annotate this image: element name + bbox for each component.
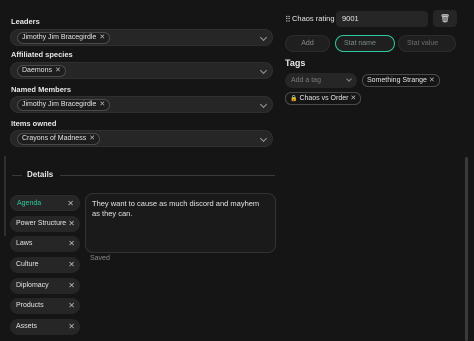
chevron-down-icon[interactable] [259, 66, 268, 75]
remove-icon[interactable]: ✕ [429, 77, 435, 84]
details-divider-right [60, 175, 275, 176]
close-icon[interactable]: ✕ [68, 257, 75, 273]
section-tab-products[interactable]: Products ✕ [10, 298, 80, 314]
members-select[interactable]: Jimothy Jim Bracegirdle ✕ [10, 96, 273, 113]
members-chip-label: Jimothy Jim Bracegirdle [22, 101, 97, 108]
chevron-down-icon[interactable] [259, 100, 268, 109]
section-tab-power-structure[interactable]: Power Structure ✕ [10, 216, 80, 232]
lock-icon: 🔒 [290, 96, 298, 102]
section-tab-label: Assets [16, 323, 38, 330]
chevron-down-icon[interactable] [259, 33, 268, 42]
section-tab-label: Products [16, 302, 44, 309]
chevron-down-icon[interactable] [346, 76, 352, 82]
details-textarea[interactable]: They want to cause as much discord and m… [85, 193, 276, 253]
stat-value-input[interactable]: 9001 [336, 11, 428, 27]
details-heading: Details [27, 170, 54, 179]
stat-label: Chaos rating [292, 14, 335, 23]
items-select[interactable]: Crayons of Madness ✕ [10, 130, 273, 147]
species-chip-label: Daemons [22, 67, 52, 74]
section-tab-label: Agenda [17, 200, 42, 207]
section-tab-assets[interactable]: Assets ✕ [10, 319, 80, 335]
tag-chip-label: Something Strange [367, 77, 427, 84]
close-icon[interactable]: ✕ [68, 236, 75, 252]
section-tab-label: Power Structure [16, 220, 67, 227]
add-stat-button[interactable]: Add [285, 35, 330, 52]
remove-icon[interactable]: ✕ [99, 100, 105, 110]
close-icon[interactable]: ✕ [67, 196, 74, 212]
delete-stat-button[interactable]: 🗑 [433, 10, 457, 27]
tag-chip[interactable]: 🔒 Chaos vs Order ✕ [285, 92, 362, 105]
remove-icon[interactable]: ✕ [350, 95, 356, 102]
items-chip[interactable]: Crayons of Madness ✕ [17, 133, 101, 145]
remove-icon[interactable]: ✕ [99, 33, 105, 43]
section-tab-label: Culture [16, 261, 39, 268]
left-scrollbar[interactable] [4, 156, 6, 236]
remove-icon[interactable]: ✕ [55, 66, 61, 76]
section-tab-culture[interactable]: Culture ✕ [10, 257, 80, 273]
species-label: Affiliated species [11, 50, 73, 59]
section-tab-label: Diplomacy [16, 282, 49, 289]
leaders-label: Leaders [11, 17, 40, 26]
species-select[interactable]: Daemons ✕ [10, 62, 273, 79]
stat-icon: ⠿ [285, 15, 291, 24]
tag-chip[interactable]: Something Strange ✕ [362, 74, 440, 87]
save-status: Saved [90, 255, 110, 262]
items-label: Items owned [11, 119, 57, 128]
items-chip-label: Crayons of Madness [22, 135, 87, 142]
details-divider-left [12, 175, 22, 176]
close-icon[interactable]: ✕ [68, 278, 75, 294]
close-icon[interactable]: ✕ [68, 319, 75, 335]
page-scrollbar[interactable] [465, 157, 468, 341]
section-tab-label: Laws [16, 240, 33, 247]
species-chip[interactable]: Daemons ✕ [17, 65, 66, 77]
section-tab-agenda[interactable]: Agenda ✕ [10, 195, 80, 211]
section-tab-laws[interactable]: Laws ✕ [10, 236, 80, 252]
members-chip[interactable]: Jimothy Jim Bracegirdle ✕ [17, 99, 111, 111]
close-icon[interactable]: ✕ [68, 216, 75, 232]
leaders-select[interactable]: Jimothy Jim Bracegirdle ✕ [10, 29, 273, 46]
leaders-chip-label: Jimothy Jim Bracegirdle [22, 34, 97, 41]
stat-value-new-input[interactable]: Stat value [398, 35, 456, 52]
section-tab-diplomacy[interactable]: Diplomacy ✕ [10, 278, 80, 294]
chevron-down-icon[interactable] [259, 134, 268, 143]
tag-input-placeholder: Add a tag [291, 77, 321, 84]
tag-chip-label: Chaos vs Order [299, 95, 349, 102]
members-label: Named Members [11, 85, 72, 94]
close-icon[interactable]: ✕ [68, 298, 75, 314]
tags-heading: Tags [285, 58, 306, 68]
stat-name-input[interactable]: Stat name [335, 35, 395, 52]
trash-icon: 🗑 [439, 14, 451, 23]
leaders-chip[interactable]: Jimothy Jim Bracegirdle ✕ [17, 32, 111, 44]
tag-input[interactable]: Add a tag [285, 73, 357, 88]
remove-icon[interactable]: ✕ [89, 134, 95, 144]
